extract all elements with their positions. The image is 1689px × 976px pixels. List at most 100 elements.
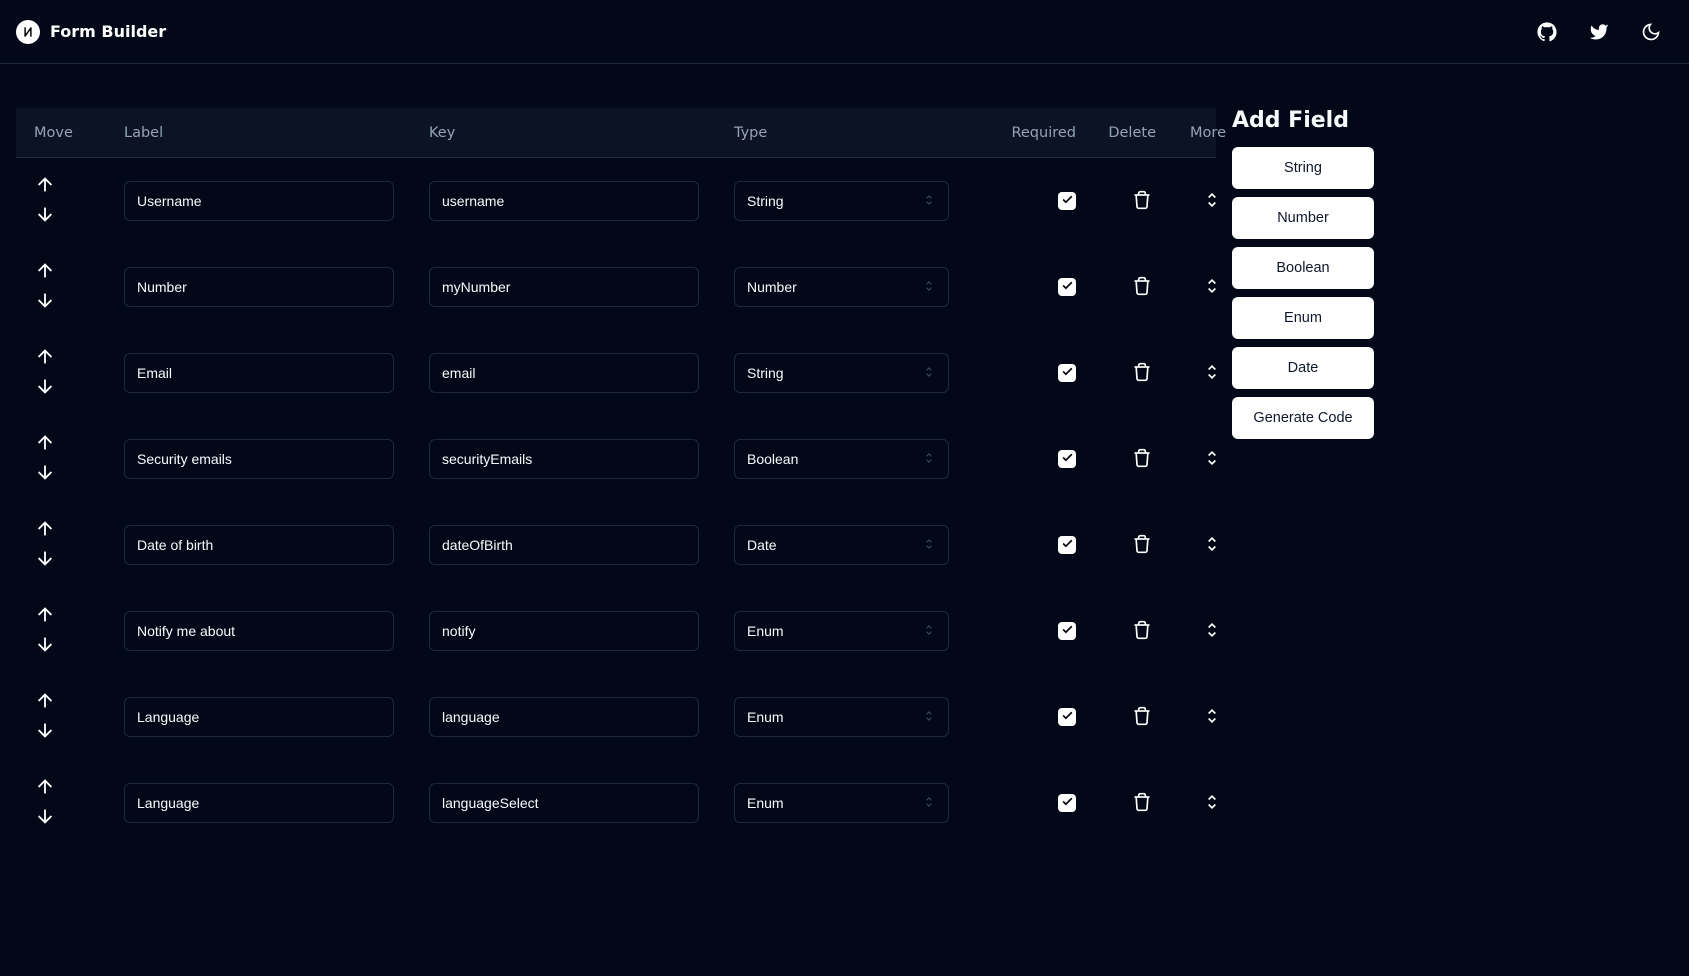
- twitter-link[interactable]: [1585, 18, 1613, 46]
- fields-table: Move Label Key Type Required Delete More…: [16, 108, 1216, 846]
- table-row: String: [16, 158, 1216, 244]
- move-controls: [34, 776, 124, 830]
- label-input[interactable]: [124, 611, 394, 651]
- move-up-button[interactable]: [34, 690, 56, 715]
- key-input[interactable]: [429, 267, 699, 307]
- type-select[interactable]: String: [734, 181, 949, 221]
- delete-button[interactable]: [1128, 616, 1156, 647]
- add-number-button[interactable]: Number: [1232, 197, 1374, 239]
- brand: Form Builder: [16, 20, 166, 44]
- move-up-button[interactable]: [34, 346, 56, 371]
- move-down-button[interactable]: [34, 719, 56, 744]
- move-down-button[interactable]: [34, 203, 56, 228]
- col-delete: Delete: [1084, 125, 1164, 141]
- move-up-button[interactable]: [34, 432, 56, 457]
- type-select[interactable]: String: [734, 353, 949, 393]
- move-up-button[interactable]: [34, 776, 56, 801]
- add-string-button[interactable]: String: [1232, 147, 1374, 189]
- delete-button[interactable]: [1128, 272, 1156, 303]
- arrow-up-icon: [34, 174, 56, 199]
- chevrons-up-down-icon: [922, 451, 936, 468]
- type-value: Enum: [747, 709, 784, 725]
- key-input[interactable]: [429, 439, 699, 479]
- move-controls: [34, 346, 124, 400]
- move-controls: [34, 174, 124, 228]
- move-up-button[interactable]: [34, 260, 56, 285]
- move-down-button[interactable]: [34, 547, 56, 572]
- type-select[interactable]: Boolean: [734, 439, 949, 479]
- col-type: Type: [734, 125, 984, 141]
- trash-icon: [1132, 276, 1152, 299]
- table-header: Move Label Key Type Required Delete More: [16, 108, 1216, 158]
- generate-code-button[interactable]: Generate Code: [1232, 397, 1374, 439]
- required-checkbox[interactable]: [1058, 536, 1076, 554]
- move-down-button[interactable]: [34, 461, 56, 486]
- type-value: Boolean: [747, 451, 798, 467]
- more-button[interactable]: [1198, 358, 1226, 389]
- required-checkbox[interactable]: [1058, 450, 1076, 468]
- type-select[interactable]: Date: [734, 525, 949, 565]
- type-select[interactable]: Enum: [734, 783, 949, 823]
- chevrons-up-down-icon: [922, 537, 936, 554]
- key-input[interactable]: [429, 353, 699, 393]
- trash-icon: [1132, 706, 1152, 729]
- more-button[interactable]: [1198, 788, 1226, 819]
- label-input[interactable]: [124, 439, 394, 479]
- theme-toggle[interactable]: [1637, 18, 1665, 46]
- label-input[interactable]: [124, 353, 394, 393]
- add-date-button[interactable]: Date: [1232, 347, 1374, 389]
- required-checkbox[interactable]: [1058, 364, 1076, 382]
- required-checkbox[interactable]: [1058, 622, 1076, 640]
- key-input[interactable]: [429, 611, 699, 651]
- chevrons-up-down-icon: [1202, 792, 1222, 815]
- key-input[interactable]: [429, 783, 699, 823]
- move-up-button[interactable]: [34, 518, 56, 543]
- arrow-down-icon: [34, 375, 56, 400]
- move-down-button[interactable]: [34, 375, 56, 400]
- label-input[interactable]: [124, 783, 394, 823]
- move-down-button[interactable]: [34, 633, 56, 658]
- more-button[interactable]: [1198, 272, 1226, 303]
- chevrons-up-down-icon: [1202, 448, 1222, 471]
- chevrons-up-down-icon: [1202, 706, 1222, 729]
- github-link[interactable]: [1533, 18, 1561, 46]
- move-up-button[interactable]: [34, 604, 56, 629]
- move-down-button[interactable]: [34, 805, 56, 830]
- label-input[interactable]: [124, 697, 394, 737]
- move-up-button[interactable]: [34, 174, 56, 199]
- more-button[interactable]: [1198, 702, 1226, 733]
- type-select[interactable]: Enum: [734, 611, 949, 651]
- move-down-button[interactable]: [34, 289, 56, 314]
- add-boolean-button[interactable]: Boolean: [1232, 247, 1374, 289]
- type-select[interactable]: Number: [734, 267, 949, 307]
- required-checkbox[interactable]: [1058, 192, 1076, 210]
- app-header: Form Builder: [0, 0, 1689, 64]
- label-input[interactable]: [124, 525, 394, 565]
- delete-button[interactable]: [1128, 530, 1156, 561]
- more-button[interactable]: [1198, 616, 1226, 647]
- type-select[interactable]: Enum: [734, 697, 949, 737]
- delete-button[interactable]: [1128, 186, 1156, 217]
- delete-button[interactable]: [1128, 444, 1156, 475]
- chevrons-up-down-icon: [922, 795, 936, 812]
- arrow-down-icon: [34, 547, 56, 572]
- more-button[interactable]: [1198, 530, 1226, 561]
- more-button[interactable]: [1198, 444, 1226, 475]
- key-input[interactable]: [429, 697, 699, 737]
- table-row: Number: [16, 244, 1216, 330]
- add-enum-button[interactable]: Enum: [1232, 297, 1374, 339]
- label-input[interactable]: [124, 267, 394, 307]
- required-checkbox[interactable]: [1058, 708, 1076, 726]
- delete-button[interactable]: [1128, 358, 1156, 389]
- delete-button[interactable]: [1128, 702, 1156, 733]
- more-button[interactable]: [1198, 186, 1226, 217]
- check-icon: [1061, 795, 1074, 811]
- delete-button[interactable]: [1128, 788, 1156, 819]
- key-input[interactable]: [429, 525, 699, 565]
- label-input[interactable]: [124, 181, 394, 221]
- required-checkbox[interactable]: [1058, 794, 1076, 812]
- move-controls: [34, 260, 124, 314]
- required-checkbox[interactable]: [1058, 278, 1076, 296]
- chevrons-up-down-icon: [922, 365, 936, 382]
- key-input[interactable]: [429, 181, 699, 221]
